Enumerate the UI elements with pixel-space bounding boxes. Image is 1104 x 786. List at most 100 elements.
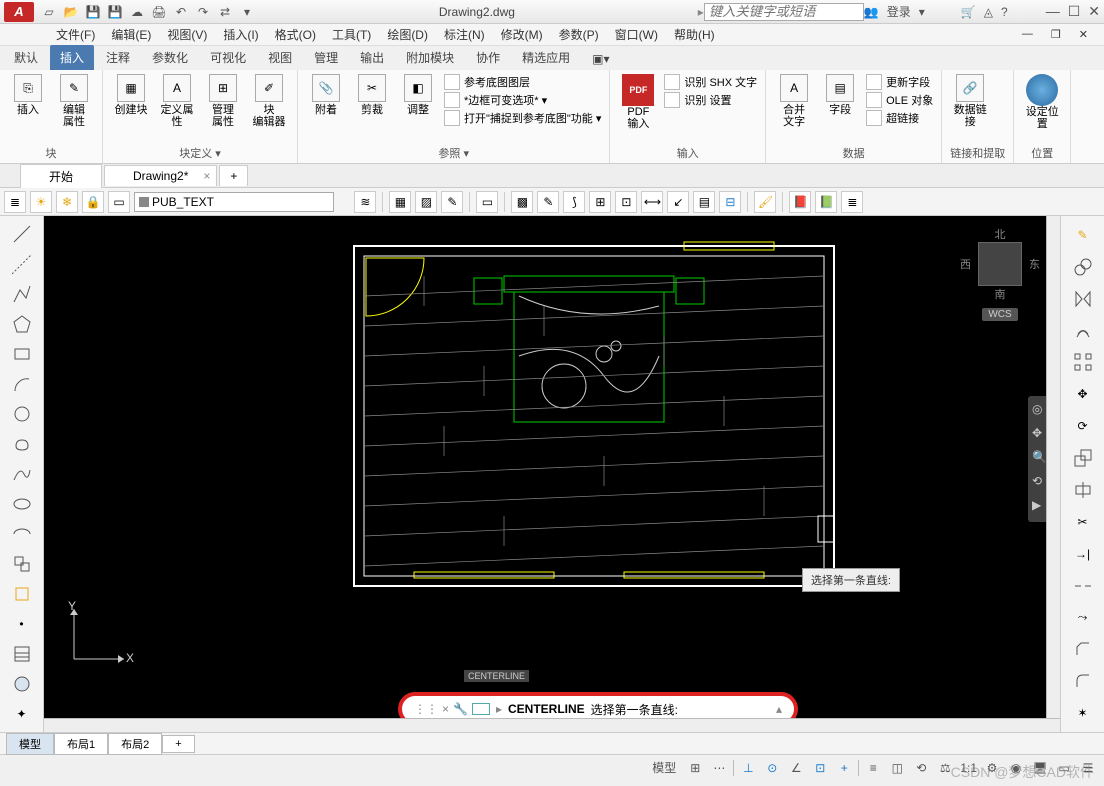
clip-button[interactable]: ✂剪裁 [352, 74, 392, 116]
define-attr-button[interactable]: A定义属性 [157, 74, 197, 128]
undo-icon[interactable]: ↶ [172, 3, 190, 21]
v-scrollbar[interactable] [1046, 216, 1060, 718]
layout-1[interactable]: 布局1 [54, 733, 108, 755]
ole-object-button[interactable]: OLE 对象 [866, 92, 933, 108]
adjust-button[interactable]: ◧调整 [398, 74, 438, 116]
ellipse-tool-icon[interactable] [6, 490, 38, 518]
tool-brush-icon[interactable]: 🖌 [754, 191, 776, 213]
extend-tool-icon[interactable]: →| [1067, 539, 1099, 569]
menu-insert[interactable]: 插入(I) [217, 24, 264, 45]
isolate-icon[interactable]: ◉ [1006, 758, 1026, 778]
close-tab-icon[interactable]: × [203, 169, 210, 183]
status-model[interactable]: 模型 [647, 758, 681, 778]
tool-leader-icon[interactable]: ↙ [667, 191, 689, 213]
xline-tool-icon[interactable] [6, 250, 38, 278]
polyline-tool-icon[interactable] [6, 280, 38, 308]
make-block-tool-icon[interactable] [6, 580, 38, 608]
menu-tools[interactable]: 工具(T) [326, 24, 377, 45]
polar-icon[interactable]: ⊙ [762, 758, 782, 778]
chamfer-tool-icon[interactable] [1067, 634, 1099, 664]
pdf-import-button[interactable]: PDFPDF 输入 [618, 74, 658, 130]
ellipse-arc-tool-icon[interactable] [6, 520, 38, 548]
array-tool-icon[interactable] [1067, 348, 1099, 378]
tab-default[interactable]: 默认 [4, 45, 48, 70]
qat-more-icon[interactable]: ▾ [238, 3, 256, 21]
close-icon[interactable]: ✕ [1088, 3, 1100, 20]
region-tool-icon[interactable] [6, 670, 38, 698]
snap-icon[interactable]: ⋯ [709, 758, 729, 778]
menu-param[interactable]: 参数(P) [553, 24, 605, 45]
grid-icon[interactable]: ⊞ [685, 758, 705, 778]
minimize-icon[interactable]: — [1046, 3, 1060, 20]
ref-layer-button[interactable]: 参考底图图层 [444, 74, 601, 90]
menu-window[interactable]: 窗口(W) [609, 24, 664, 45]
move-tool-icon[interactable]: ✥ [1067, 379, 1099, 409]
new-icon[interactable]: ▱ [40, 3, 58, 21]
dyn-icon[interactable]: + [834, 758, 854, 778]
recognize-settings-button[interactable]: 识别 设置 [664, 92, 757, 108]
rectangle-tool-icon[interactable] [6, 340, 38, 368]
tool-book2-icon[interactable]: 📗 [815, 191, 837, 213]
tool-block-icon[interactable]: ⊞ [589, 191, 611, 213]
cmd-close-icon[interactable]: × [442, 702, 449, 716]
layout-add[interactable]: + [162, 735, 194, 753]
app-icon[interactable]: ◬ [984, 5, 993, 19]
tab-annotate[interactable]: 注释 [96, 45, 140, 70]
lineweight-icon[interactable]: ≡ [863, 758, 883, 778]
tool-align-icon[interactable]: ⊟ [719, 191, 741, 213]
menu-file[interactable]: 文件(F) [50, 24, 101, 45]
break-tool-icon[interactable] [1067, 571, 1099, 601]
tool-pen-icon[interactable]: ✎ [537, 191, 559, 213]
cmd-history-icon[interactable]: ▴ [776, 702, 782, 716]
ortho-icon[interactable]: ⊥ [738, 758, 758, 778]
layer-freeze-icon[interactable]: ❄ [56, 191, 78, 213]
saveas-icon[interactable]: 💾 [106, 3, 124, 21]
menu-edit[interactable]: 编辑(E) [105, 24, 157, 45]
boundary-tool-icon[interactable]: ✦ [6, 700, 38, 728]
layer-state-icon[interactable]: ≋ [354, 191, 376, 213]
menu-view[interactable]: 视图(V) [161, 24, 213, 45]
mdi-minimize-icon[interactable]: — [1016, 26, 1039, 43]
attach-button[interactable]: 📎附着 [306, 74, 346, 116]
menu-modify[interactable]: 修改(M) [495, 24, 549, 45]
login-button[interactable]: 登录 [887, 3, 911, 20]
tool-dim-icon[interactable]: ⟷ [641, 191, 663, 213]
arc-tool-icon[interactable] [6, 370, 38, 398]
cube-face[interactable] [978, 242, 1022, 286]
block-editor-button[interactable]: ✐块 编辑器 [249, 74, 289, 128]
share-icon[interactable]: ⇄ [216, 3, 234, 21]
erase-tool-icon[interactable]: ✎ [1067, 220, 1099, 250]
hyperlink-button[interactable]: 超链接 [866, 110, 933, 126]
tab-collab[interactable]: 协作 [466, 45, 510, 70]
hardware-icon[interactable]: 🖥 [1030, 758, 1050, 778]
layer-props-icon[interactable]: ≣ [4, 191, 26, 213]
tab-insert[interactable]: 插入 [50, 45, 94, 70]
fillet-tool-icon[interactable] [1067, 666, 1099, 696]
revcloud-tool-icon[interactable] [6, 430, 38, 458]
field-button[interactable]: ▤字段 [820, 74, 860, 116]
join-tool-icon[interactable]: ⤳ [1067, 603, 1099, 633]
point-tool-icon[interactable]: • [6, 610, 38, 638]
shx-recognize-button[interactable]: 识别 SHX 文字 [664, 74, 757, 90]
menu-draw[interactable]: 绘图(D) [381, 24, 434, 45]
tool-arc-icon[interactable]: ⟆ [563, 191, 585, 213]
insert-tool-icon[interactable] [6, 550, 38, 578]
spline-tool-icon[interactable] [6, 460, 38, 488]
frame-option-button[interactable]: *边框可变选项* ▾ [444, 92, 601, 108]
annoscale-icon[interactable]: ⚖ [935, 758, 955, 778]
tool-a-icon[interactable]: ▭ [476, 191, 498, 213]
tab-visual[interactable]: 可视化 [200, 45, 256, 70]
cart-icon[interactable]: 🛒 [961, 5, 976, 19]
tab-output[interactable]: 输出 [350, 45, 394, 70]
layout-model[interactable]: 模型 [6, 733, 54, 755]
snap-underlay-button[interactable]: 打开"捕捉到参考底图"功能 ▾ [444, 110, 601, 126]
signin-icon[interactable]: 👥 [864, 5, 879, 19]
wcs-badge[interactable]: WCS [982, 308, 1017, 321]
cmd-wrench-icon[interactable]: 🔧 [453, 702, 468, 716]
rotate-tool-icon[interactable]: ⟳ [1067, 411, 1099, 441]
plot-icon[interactable]: 🖨 [150, 3, 168, 21]
set-location-button[interactable]: 设定位置 [1022, 74, 1062, 130]
explode-tool-icon[interactable]: ✶ [1067, 698, 1099, 728]
osnap-icon[interactable]: ∠ [786, 758, 806, 778]
tab-addin[interactable]: 附加模块 [396, 45, 464, 70]
